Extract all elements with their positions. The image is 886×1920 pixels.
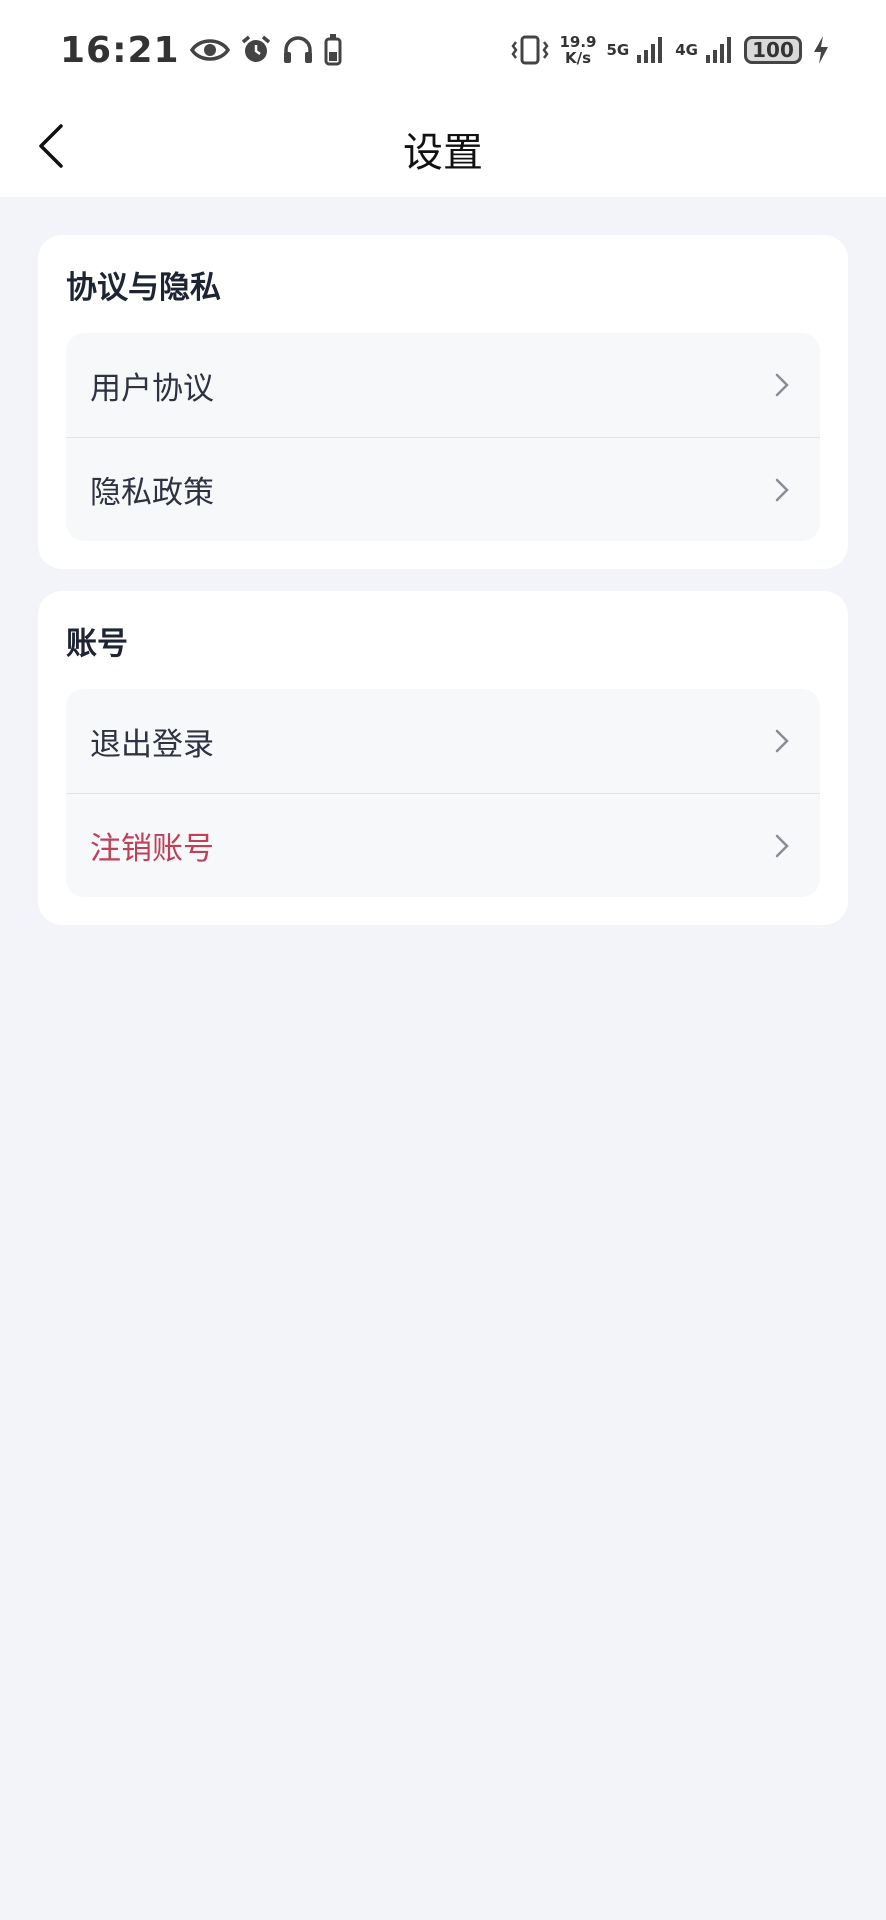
privacy-policy-item[interactable]: 隐私政策 [66,437,820,541]
signal-2-label: 4G [675,41,698,59]
chevron-right-icon [774,728,790,754]
list-item-label: 用户协议 [90,370,214,407]
settings-list: 退出登录 注销账号 [66,689,820,897]
charging-icon [812,35,830,65]
battery-saver-icon [324,34,342,66]
status-bar-right: 19.9 K/s 5G 4G 100 [511,34,830,66]
signal-5g-icon [635,35,665,65]
headphones-icon [282,35,314,65]
list-item-label: 退出登录 [90,726,214,763]
signal-4g-icon [704,35,734,65]
alarm-icon [240,34,272,66]
status-bar: 16:21 19.9 K/s 5G 4G 100 [0,0,886,100]
eye-icon [189,36,230,64]
top-app-bar: 设置 [0,100,886,197]
chevron-right-icon [774,833,790,859]
signal-1-label: 5G [606,41,630,59]
network-speed-unit: K/s [564,49,591,67]
status-bar-left: 16:21 [60,30,342,71]
user-agreement-item[interactable]: 用户协议 [66,333,820,437]
battery-indicator: 100 [744,36,802,64]
vibrate-icon [511,34,550,66]
logout-item[interactable]: 退出登录 [66,689,820,793]
settings-list: 用户协议 隐私政策 [66,333,820,541]
chevron-right-icon [774,477,790,503]
chevron-right-icon [774,372,790,398]
section-title: 协议与隐私 [66,270,221,306]
network-speed: 19.9 K/s [559,34,596,66]
list-item-label: 注销账号 [90,831,214,867]
back-button[interactable] [22,120,78,176]
delete-account-item[interactable]: 注销账号 [66,793,820,897]
list-item-label: 隐私政策 [90,475,214,511]
section-card-account: 账号 退出登录 注销账号 [38,591,848,925]
network-speed-value: 19.9 [559,33,597,51]
status-time: 16:21 [60,29,180,71]
page-title: 设置 [403,129,483,176]
back-arrow-icon [35,122,65,174]
section-card-agreements: 协议与隐私 用户协议 隐私政策 [38,235,848,569]
section-title: 账号 [66,626,128,662]
